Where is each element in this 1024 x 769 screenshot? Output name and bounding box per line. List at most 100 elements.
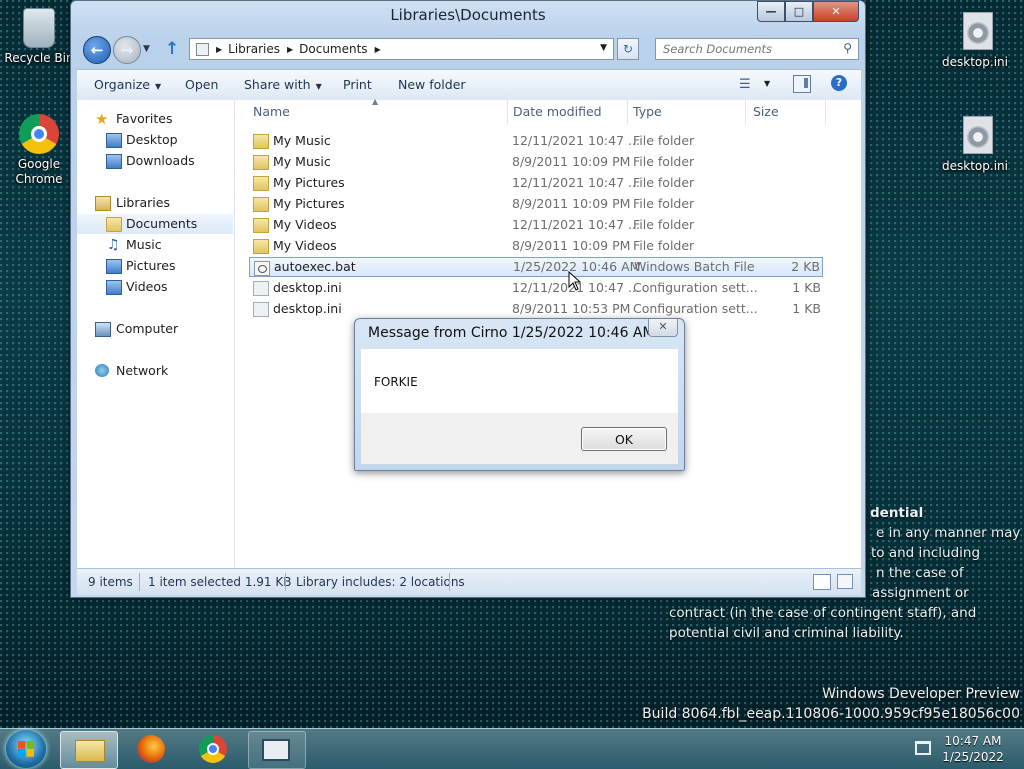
desktop-icon-desktop-ini[interactable]: desktop.ini [940, 12, 1010, 70]
share-with-button[interactable]: Share with ▼ [244, 77, 322, 92]
nav-item-music[interactable]: ♫ Music [77, 235, 233, 255]
minimize-button[interactable]: — [757, 1, 785, 22]
window-controls: — □ ✕ [757, 1, 859, 22]
build-watermark: Windows Developer Preview Build 8064.fbl… [642, 684, 1020, 724]
help-icon[interactable]: ? [831, 75, 847, 91]
file-date: 8/9/2011 10:09 PM [512, 154, 631, 169]
search-icon[interactable]: ⚲ [843, 41, 852, 55]
file-row[interactable]: My Videos 8/9/2011 10:09 PM File folder [249, 236, 823, 256]
desktop-icon-google-chrome[interactable]: Google Chrome [4, 114, 74, 187]
desktop-icon-desktop-ini[interactable]: desktop.ini [940, 116, 1010, 174]
file-name: autoexec.bat [274, 259, 356, 274]
wallpaper-line: potential civil and criminal liability. [669, 625, 904, 641]
organize-button[interactable]: Organize ▼ [94, 77, 161, 92]
back-button[interactable]: ← [83, 36, 111, 64]
chevron-right-icon[interactable]: ▶ [375, 45, 381, 54]
preview-pane-icon[interactable] [793, 75, 811, 93]
file-row[interactable]: desktop.ini 12/11/2021 10:47 ... Configu… [249, 278, 823, 298]
file-row[interactable]: My Music 12/11/2021 10:47 ... File folde… [249, 131, 823, 151]
folder-icon [253, 239, 269, 254]
file-type: File folder [633, 217, 695, 232]
large-icons-view-icon[interactable] [837, 574, 853, 589]
file-row[interactable]: My Pictures 12/11/2021 10:47 ... File fo… [249, 173, 823, 193]
maximize-button[interactable]: □ [785, 1, 813, 22]
search-input[interactable] [661, 39, 845, 59]
chevron-down-icon[interactable]: ▼ [764, 79, 770, 88]
message-dialog[interactable]: Message from Cirno 1/25/2022 10:46 AM ✕ … [354, 318, 685, 471]
column-divider[interactable] [627, 100, 628, 124]
clock-time: 10:47 AM [944, 734, 1002, 748]
nav-label: Network [116, 363, 169, 378]
pictures-icon [106, 259, 122, 274]
up-arrow-icon[interactable]: ↑ [165, 39, 179, 59]
column-header-type[interactable]: Type [633, 100, 662, 124]
new-folder-button[interactable]: New folder [398, 77, 466, 92]
breadcrumb-documents[interactable]: Documents [299, 42, 367, 56]
taskbar-window-app-icon[interactable] [248, 731, 306, 769]
dialog-footer: OK [361, 413, 678, 464]
column-divider[interactable] [825, 100, 826, 124]
chrome-icon [19, 114, 59, 154]
column-divider[interactable] [745, 100, 746, 124]
file-row[interactable]: desktop.ini 8/9/2011 10:53 PM Configurat… [249, 299, 823, 319]
taskbar: 10:47 AM 1/25/2022 [0, 728, 1024, 769]
recent-pages-dropdown-icon[interactable]: ▼ [143, 44, 150, 54]
ok-button[interactable]: OK [581, 427, 667, 451]
taskbar-explorer-icon[interactable] [60, 731, 118, 769]
nav-label: Computer [116, 321, 179, 336]
column-divider[interactable] [507, 100, 508, 124]
nav-item-computer[interactable]: Computer [77, 319, 233, 339]
nav-item-videos[interactable]: Videos [77, 277, 233, 297]
nav-item-pictures[interactable]: Pictures [77, 256, 233, 276]
network-tray-icon[interactable] [915, 741, 931, 755]
nav-item-desktop[interactable]: Desktop [77, 130, 233, 150]
file-row[interactable]: My Music 8/9/2011 10:09 PM File folder [249, 152, 823, 172]
file-type: Configuration sett... [633, 280, 758, 295]
taskbar-chrome-icon[interactable] [199, 735, 227, 763]
dialog-title: Message from Cirno 1/25/2022 10:46 AM [368, 325, 655, 341]
file-name: My Music [273, 133, 331, 148]
status-selection: 1 item selected 1.91 KB [148, 575, 292, 589]
mouse-cursor-icon [568, 271, 582, 291]
chevron-right-icon[interactable]: ▶ [287, 45, 293, 54]
nav-item-libraries[interactable]: Libraries [77, 193, 233, 213]
print-button[interactable]: Print [343, 77, 372, 92]
details-view-icon[interactable] [813, 574, 831, 590]
file-row[interactable]: My Pictures 8/9/2011 10:09 PM File folde… [249, 194, 823, 214]
taskbar-clock[interactable]: 10:47 AM 1/25/2022 [935, 733, 1011, 765]
dialog-close-button[interactable]: ✕ [648, 319, 678, 337]
settings-file-icon [253, 302, 269, 317]
chevron-down-icon[interactable]: ▼ [600, 43, 607, 53]
search-box[interactable]: ⚲ [655, 38, 859, 60]
nav-item-documents[interactable]: Documents [77, 214, 233, 234]
file-name: desktop.ini [273, 280, 342, 295]
computer-icon [95, 322, 111, 337]
view-options-icon[interactable]: ☰ [739, 77, 751, 92]
file-row-selected[interactable]: autoexec.bat 1/25/2022 10:46 AM Windows … [249, 257, 823, 277]
wallpaper-line: e in any manner may [876, 525, 1021, 541]
nav-item-favorites[interactable]: ★ Favorites [77, 109, 233, 129]
column-header-size[interactable]: Size [753, 100, 779, 124]
explorer-window[interactable]: Libraries\Documents — □ ✕ ← → ▼ ↑ ▶ Libr… [70, 0, 866, 598]
desktop-icon-label: Recycle Bin [4, 51, 74, 65]
file-row[interactable]: My Videos 12/11/2021 10:47 ... File fold… [249, 215, 823, 235]
file-name: My Music [273, 154, 331, 169]
wallpaper-line: contract (in the case of contingent staf… [669, 605, 977, 621]
close-button[interactable]: ✕ [813, 1, 859, 22]
taskbar-firefox-icon[interactable] [137, 735, 165, 763]
column-header-name[interactable]: Name [253, 100, 290, 124]
start-button[interactable] [6, 730, 46, 768]
refresh-button[interactable]: ↻ [617, 38, 639, 60]
forward-button[interactable]: → [113, 36, 141, 64]
file-date: 12/11/2021 10:47 ... [512, 217, 640, 232]
open-button[interactable]: Open [185, 77, 218, 92]
address-bar[interactable]: ▶ Libraries ▶ Documents ▶ ▼ [189, 38, 614, 60]
file-size: 1 KB [792, 301, 821, 316]
nav-item-network[interactable]: Network [77, 361, 233, 381]
chevron-right-icon[interactable]: ▶ [216, 45, 222, 54]
desktop-icon-recycle-bin[interactable]: Recycle Bin [4, 8, 74, 66]
nav-item-downloads[interactable]: Downloads [77, 151, 233, 171]
column-header-date-modified[interactable]: Date modified [513, 100, 602, 124]
breadcrumb-libraries[interactable]: Libraries [228, 42, 280, 56]
forward-arrow-icon: → [120, 41, 134, 59]
